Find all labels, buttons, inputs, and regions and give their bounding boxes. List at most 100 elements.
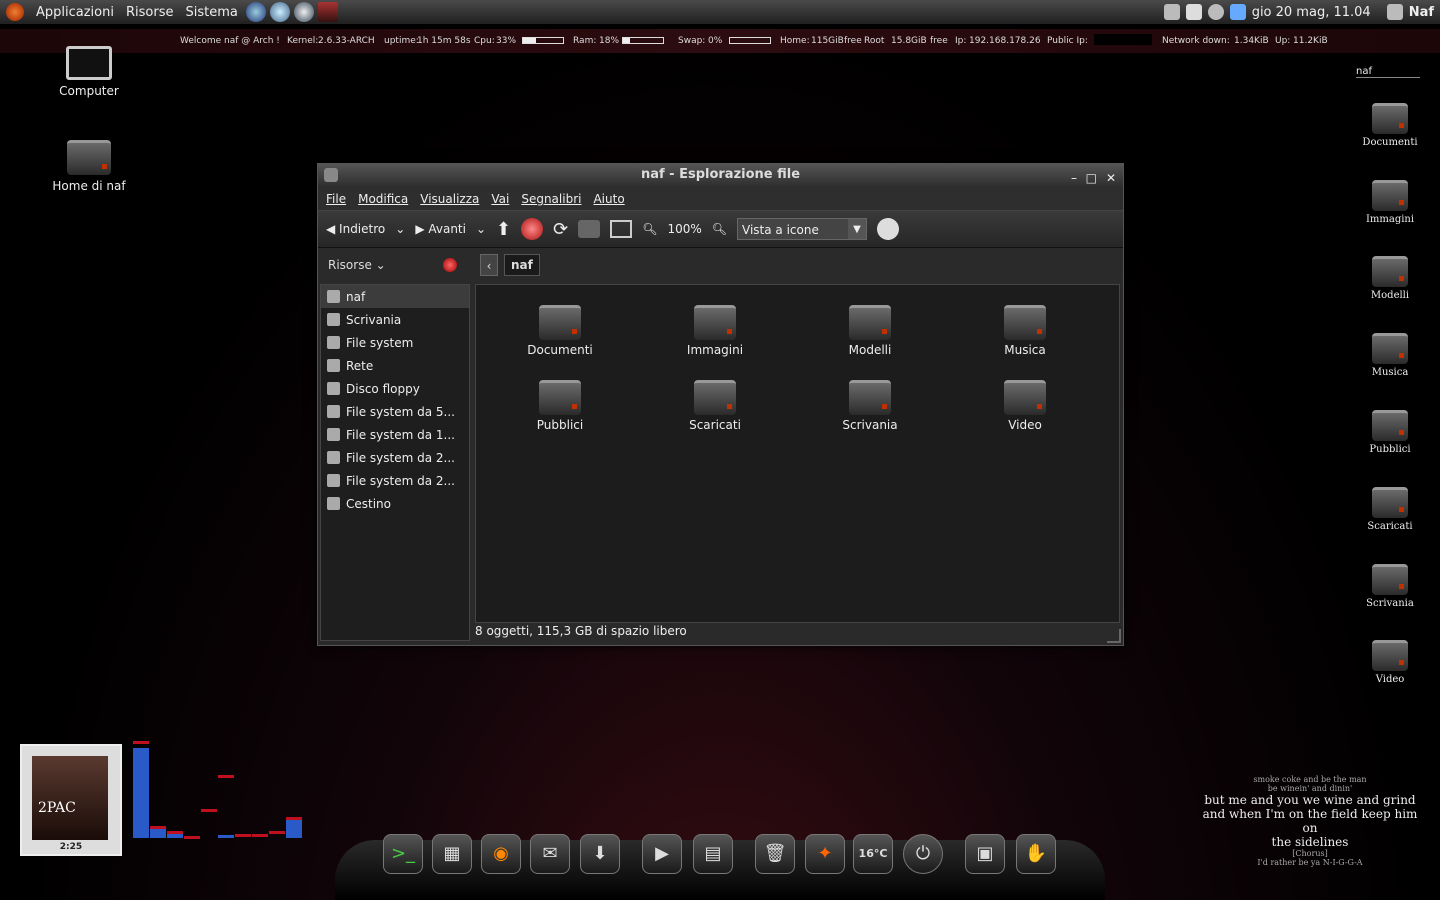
drive-icon <box>327 336 340 349</box>
desktop-icon-modelli[interactable]: Modelli <box>1350 256 1430 301</box>
menu-visualizza[interactable]: Visualizza <box>420 192 479 206</box>
desktop-icon-documenti[interactable]: Documenti <box>1350 103 1430 148</box>
sidebar-item-volume-3[interactable]: File system da 2... <box>321 446 469 469</box>
menu-applicazioni[interactable]: Applicazioni <box>30 5 120 20</box>
computer-icon[interactable] <box>610 220 633 238</box>
speaker-icon[interactable] <box>1163 4 1180 20</box>
media-player-icon[interactable]: ▶ <box>642 834 682 874</box>
menu-risorse[interactable]: Risorse <box>120 5 180 20</box>
drive-icon <box>327 428 340 441</box>
file-view: Documenti Immagini Modelli Musica Pubbli… <box>475 284 1120 623</box>
sidebar-item-cestino[interactable]: Cestino <box>321 492 469 515</box>
network-icon[interactable] <box>1229 4 1246 20</box>
up-arrow-icon[interactable]: ⬆ <box>496 219 511 240</box>
mail-icon[interactable]: ✉ <box>530 834 570 874</box>
drive-icon <box>327 474 340 487</box>
user-search-field[interactable]: naf <box>1356 66 1420 78</box>
menu-file[interactable]: File <box>326 192 346 206</box>
sidebar-places: naf Scrivania File system Rete Disco flo… <box>320 284 470 641</box>
home-folder-icon[interactable]: ▤ <box>693 834 733 874</box>
desktop-icon-label: Pubblici <box>1369 444 1411 455</box>
menu-aiuto[interactable]: Aiuto <box>593 192 624 206</box>
file-item-scaricati[interactable]: Scaricati <box>655 380 775 432</box>
chevron-down-icon: ▼ <box>848 219 866 239</box>
terminal-icon[interactable]: >_ <box>383 834 423 874</box>
album-cover-widget[interactable]: 2PAC 2:25 <box>20 744 122 856</box>
menu-segnalibri[interactable]: Segnalibri <box>521 192 581 206</box>
breadcrumb-back-button[interactable]: ‹ <box>480 254 498 276</box>
desktop-icon-computer[interactable]: Computer <box>39 46 139 98</box>
zoom-out-icon[interactable]: 🔍︎ <box>642 222 657 236</box>
sidebar-item-label: naf <box>346 289 366 304</box>
desktop-icon-video[interactable]: Video <box>1350 640 1430 685</box>
desktop-icon-musica[interactable]: Musica <box>1350 333 1430 378</box>
window-titlebar[interactable]: naf - Esplorazione file – □ ✕ <box>318 164 1123 188</box>
file-item-video[interactable]: Video <box>965 380 1085 432</box>
installer-icon[interactable]: ⬇ <box>580 834 620 874</box>
search-icon[interactable] <box>877 218 899 240</box>
close-button[interactable]: ✕ <box>1106 167 1116 189</box>
stop-icon[interactable] <box>521 218 544 240</box>
menu-modifica[interactable]: Modifica <box>358 192 408 206</box>
file-item-immagini[interactable]: Immagini <box>655 305 775 357</box>
sidebar-item-filesystem[interactable]: File system <box>321 331 469 354</box>
file-item-scrivania[interactable]: Scrivania <box>810 380 930 432</box>
trash-icon[interactable]: 🗑︎ <box>755 834 795 874</box>
system-settings-icon[interactable]: ✋ <box>1016 834 1056 874</box>
desktop-icon-home[interactable]: Home di naf <box>39 140 139 193</box>
equalizer-bar <box>218 835 234 838</box>
menu-vai[interactable]: Vai <box>491 192 509 206</box>
sidebar-item-rete[interactable]: Rete <box>321 354 469 377</box>
desktop-icon-scaricati[interactable]: Scaricati <box>1350 487 1430 532</box>
terminal-launcher-icon[interactable] <box>317 2 338 22</box>
sidebar-item-volume-4[interactable]: File system da 2... <box>321 469 469 492</box>
home-icon[interactable] <box>578 220 601 238</box>
clock[interactable]: gio 20 mag, 11.04 <box>1252 5 1371 20</box>
trash-icon <box>327 497 340 510</box>
close-sidebar-icon[interactable] <box>443 258 457 272</box>
ram-bar <box>618 36 664 46</box>
forward-button[interactable]: ▶ Avanti <box>415 222 466 236</box>
cursor-icon[interactable] <box>1185 4 1202 20</box>
breadcrumb-naf[interactable]: naf <box>504 254 540 276</box>
file-item-modelli[interactable]: Modelli <box>810 305 930 357</box>
firefox-icon[interactable]: ◉ <box>481 834 521 874</box>
forward-history-dropdown[interactable]: ⌄ <box>476 222 486 236</box>
volume-icon[interactable] <box>1207 4 1224 20</box>
user-name[interactable]: Naf <box>1409 5 1434 20</box>
image-viewer-icon[interactable]: ▣ <box>965 834 1005 874</box>
sidebar-item-naf[interactable]: naf <box>321 285 469 308</box>
view-mode-select[interactable]: Vista a icone ▼ <box>737 218 867 240</box>
sidebar-item-floppy[interactable]: Disco floppy <box>321 377 469 400</box>
arch-logo-icon[interactable] <box>6 3 24 21</box>
public-folder-icon <box>539 380 581 415</box>
desktop-icon-scrivania[interactable]: Scrivania <box>1350 564 1430 609</box>
maximize-button[interactable]: □ <box>1086 167 1097 189</box>
reload-icon[interactable]: ⟳ <box>553 219 568 240</box>
sidebar-item-volume-1[interactable]: File system da 5... <box>321 400 469 423</box>
minimize-button[interactable]: – <box>1071 167 1077 189</box>
desktop-icon-pubblici[interactable]: Pubblici <box>1350 410 1430 455</box>
file-item-pubblici[interactable]: Pubblici <box>500 380 620 432</box>
resize-grip[interactable] <box>1107 629 1121 643</box>
sidebar-item-scrivania[interactable]: Scrivania <box>321 308 469 331</box>
sidebar-item-label: File system da 2... <box>346 450 455 465</box>
menu-sistema[interactable]: Sistema <box>179 5 243 20</box>
refresh-launcher-icon[interactable] <box>293 2 314 22</box>
window-menu-icon[interactable] <box>324 168 338 182</box>
calculator-icon[interactable]: ▦ <box>432 834 472 874</box>
power-icon[interactable]: ⏻ <box>903 834 943 874</box>
desktop-icon-immagini[interactable]: Immagini <box>1350 180 1430 225</box>
compass-launcher-icon[interactable] <box>269 2 290 22</box>
zoom-in-icon[interactable]: 🔍︎ <box>712 222 727 236</box>
file-item-musica[interactable]: Musica <box>965 305 1085 357</box>
file-item-documenti[interactable]: Documenti <box>500 305 620 357</box>
places-selector[interactable]: Risorse ⌄ <box>328 258 386 272</box>
desktop-icon-label: Computer <box>59 84 119 98</box>
browser-launcher-icon[interactable] <box>245 2 266 22</box>
weather-icon[interactable]: 16°C <box>853 834 893 874</box>
sidebar-item-volume-2[interactable]: File system da 1... <box>321 423 469 446</box>
gimp-icon[interactable]: ✦ <box>805 834 845 874</box>
back-history-dropdown[interactable]: ⌄ <box>395 222 405 236</box>
back-button[interactable]: ◀ Indietro <box>326 222 385 236</box>
